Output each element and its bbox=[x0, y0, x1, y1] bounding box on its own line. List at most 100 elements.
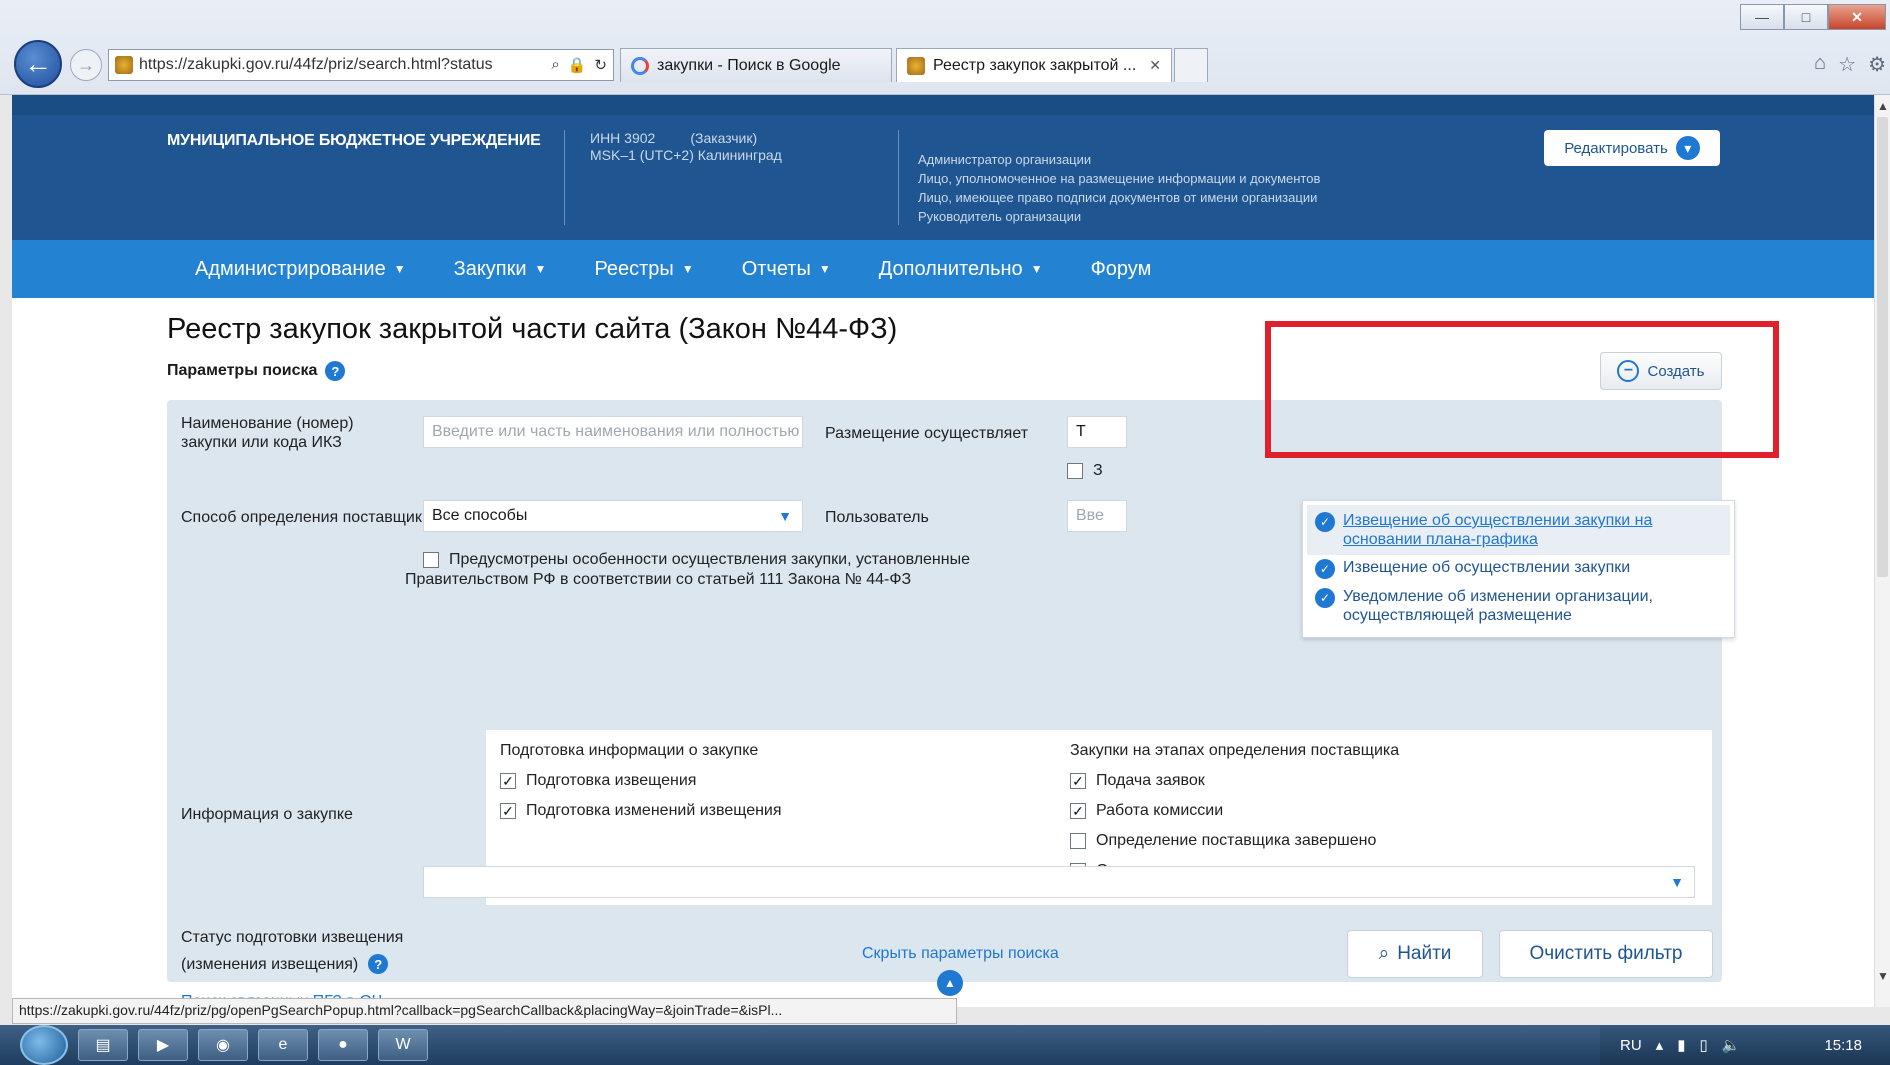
address-bar[interactable]: https://zakupki.gov.ru/44fz/priz/search.… bbox=[108, 49, 614, 81]
chevron-down-icon: ▼ bbox=[681, 262, 694, 276]
find-label: Найти bbox=[1397, 943, 1452, 964]
check-circle-icon: ✓ bbox=[1315, 588, 1335, 608]
chrome-icon[interactable]: ◉ bbox=[198, 1029, 248, 1061]
minimize-button[interactable]: — bbox=[1740, 4, 1784, 30]
notice-status-select[interactable]: ▼ bbox=[423, 866, 1695, 898]
prep-notice-checkbox[interactable]: ✓ bbox=[500, 773, 516, 789]
forward-button[interactable]: → bbox=[70, 49, 102, 81]
check-circle-icon: ✓ bbox=[1315, 559, 1335, 579]
role-item: Руководитель организации bbox=[918, 209, 1082, 224]
address-url[interactable]: https://zakupki.gov.ru/44fz/priz/search.… bbox=[139, 56, 545, 74]
notice-status-line2: (изменения извещения) bbox=[181, 955, 359, 973]
stage-applications-checkbox[interactable]: ✓ bbox=[1070, 773, 1086, 789]
nav-reports[interactable]: Отчеты ▼ bbox=[742, 258, 831, 281]
stage-completed-checkbox[interactable] bbox=[1070, 833, 1086, 849]
settings-gear-icon[interactable]: ⚙ bbox=[1868, 52, 1886, 77]
clock[interactable]: 15:18 bbox=[1824, 1037, 1862, 1054]
supplier-method-label: Способ определения поставщика bbox=[181, 509, 432, 526]
nav-label: Форум bbox=[1090, 257, 1152, 280]
nav-forum[interactable]: Форум bbox=[1091, 258, 1152, 281]
help-icon[interactable]: ? bbox=[368, 954, 389, 974]
dropdown-item-notice[interactable]: ✓ Извещение об осуществлении закупки bbox=[1315, 558, 1630, 579]
special-features-row[interactable]: Предусмотрены особенности осуществления … bbox=[423, 550, 970, 569]
google-icon bbox=[631, 56, 649, 75]
nav-label: Реестры bbox=[594, 257, 674, 280]
back-button[interactable]: ← bbox=[14, 40, 62, 88]
favorites-star-icon[interactable]: ☆ bbox=[1838, 52, 1856, 77]
stage-commission-checkbox[interactable]: ✓ bbox=[1070, 803, 1086, 819]
nav-purchases[interactable]: Закупки ▼ bbox=[454, 258, 547, 281]
chevron-down-icon: ▼ bbox=[1030, 262, 1043, 276]
prep-item-changes[interactable]: ✓ Подготовка изменений извещения bbox=[500, 802, 782, 820]
firefox-icon[interactable]: ● bbox=[318, 1029, 368, 1061]
tab-google[interactable]: закупки - Поиск в Google bbox=[620, 48, 892, 82]
placement-value: Т bbox=[1076, 423, 1086, 440]
search-icon[interactable]: ⌕ bbox=[551, 56, 559, 74]
media-player-icon[interactable]: ▶ bbox=[138, 1029, 188, 1061]
forward-arrow-icon: → bbox=[77, 54, 95, 75]
dropdown-item-line2: осуществляющей размещение bbox=[1343, 607, 1572, 624]
maximize-button[interactable]: □ bbox=[1784, 4, 1828, 30]
edit-label: Редактировать bbox=[1564, 139, 1668, 157]
network-icon[interactable]: ▮ bbox=[1677, 1036, 1685, 1054]
windows-start-button[interactable] bbox=[20, 1025, 68, 1065]
help-icon[interactable]: ? bbox=[325, 361, 346, 381]
close-window-button[interactable]: ✕ bbox=[1828, 4, 1886, 30]
stage-item-commission[interactable]: ✓ Работа комиссии bbox=[1070, 802, 1223, 820]
nav-registries[interactable]: Реестры ▼ bbox=[594, 258, 693, 281]
special-features-checkbox[interactable] bbox=[423, 552, 439, 568]
lock-icon[interactable]: 🔒 bbox=[568, 56, 587, 74]
find-button[interactable]: ⌕ Найти bbox=[1347, 930, 1483, 978]
purchase-info-label: Информация о закупке bbox=[181, 806, 353, 823]
purchase-name-input[interactable]: Введите или часть наименования или полно… bbox=[423, 416, 803, 448]
word-icon[interactable]: W bbox=[378, 1029, 428, 1061]
close-tab-icon[interactable]: ✕ bbox=[1149, 57, 1161, 74]
home-icon[interactable]: ⌂ bbox=[1814, 52, 1826, 77]
org-timezone: MSK–1 (UTC+2) Калининград bbox=[590, 147, 782, 163]
placement-checkbox[interactable] bbox=[1067, 463, 1083, 479]
new-tab-button[interactable] bbox=[1174, 48, 1208, 82]
chevron-down-icon[interactable]: ▼ bbox=[768, 501, 802, 531]
chevron-up-icon[interactable]: ▲ bbox=[937, 970, 963, 996]
placement-checkbox-row[interactable]: З bbox=[1067, 462, 1103, 480]
search-panel: Наименование (номер) закупки или кода ИК… bbox=[167, 400, 1722, 1007]
chevron-down-icon[interactable]: ▼ bbox=[1660, 867, 1694, 897]
scroll-up-icon[interactable]: ▲ bbox=[1877, 99, 1889, 113]
notice-status-label: Статус подготовки извещения bbox=[181, 928, 403, 947]
internet-explorer-icon[interactable]: e bbox=[258, 1029, 308, 1061]
refresh-icon[interactable]: ↻ bbox=[594, 56, 607, 74]
language-indicator[interactable]: RU bbox=[1620, 1037, 1642, 1054]
scrollbar-thumb[interactable] bbox=[1877, 117, 1888, 577]
main-nav: Администрирование ▼ Закупки ▼ Реестры ▼ Отч… bbox=[12, 240, 1874, 298]
chevron-down-icon: ▼ bbox=[393, 262, 406, 276]
placement-label: Размещение осуществляет bbox=[825, 425, 1029, 442]
system-tray: RU ▴ ▮ ▯ 🔈 15:18 bbox=[1600, 1025, 1890, 1065]
tray-expand-icon[interactable]: ▴ bbox=[1656, 1036, 1664, 1054]
page-scrollbar[interactable]: ▲ ▼ bbox=[1874, 95, 1890, 1007]
supplier-method-select[interactable]: Все способы ▼ bbox=[423, 500, 803, 532]
prep-changes-checkbox[interactable]: ✓ bbox=[500, 803, 516, 819]
special-features-line1: Предусмотрены особенности осуществления … bbox=[449, 551, 970, 568]
prep-item-notice[interactable]: ✓ Подготовка извещения bbox=[500, 772, 696, 790]
stage-item-completed[interactable]: Определение поставщика завершено bbox=[1070, 832, 1376, 850]
nav-additional[interactable]: Дополнительно ▼ bbox=[879, 258, 1043, 281]
scroll-down-icon[interactable]: ▼ bbox=[1877, 969, 1889, 983]
prep-heading: Подготовка информации о закупке bbox=[500, 742, 759, 759]
nav-administration[interactable]: Администрирование ▼ bbox=[195, 258, 406, 281]
edit-button[interactable]: Редактировать ▾ bbox=[1544, 130, 1720, 166]
user-input[interactable]: Вве bbox=[1067, 500, 1127, 532]
prep-changes-label: Подготовка изменений извещения bbox=[526, 802, 782, 819]
stage-item-applications[interactable]: ✓ Подача заявок bbox=[1070, 772, 1205, 790]
battery-icon[interactable]: ▯ bbox=[1699, 1036, 1707, 1054]
tab-registry[interactable]: Реестр закупок закрытой ... ✕ bbox=[896, 48, 1172, 82]
dropdown-item-org-change[interactable]: ✓ Уведомление об изменении организации, … bbox=[1315, 587, 1653, 625]
volume-icon[interactable]: 🔈 bbox=[1722, 1036, 1741, 1054]
dropdown-item-plan-notice[interactable]: ✓ Извещение об осуществлении закупки на … bbox=[1307, 505, 1730, 555]
address-icons: ⌕ 🔒 ↻ bbox=[551, 56, 607, 74]
chevron-down-icon: ▼ bbox=[818, 262, 831, 276]
clear-filter-button[interactable]: Очистить фильтр bbox=[1499, 930, 1713, 978]
tab-label: закупки - Поиск в Google bbox=[657, 56, 841, 74]
file-explorer-icon[interactable]: ▤ bbox=[78, 1029, 128, 1061]
hide-params-link[interactable]: Скрыть параметры поиска bbox=[862, 945, 1059, 963]
placement-select[interactable]: Т bbox=[1067, 416, 1127, 448]
